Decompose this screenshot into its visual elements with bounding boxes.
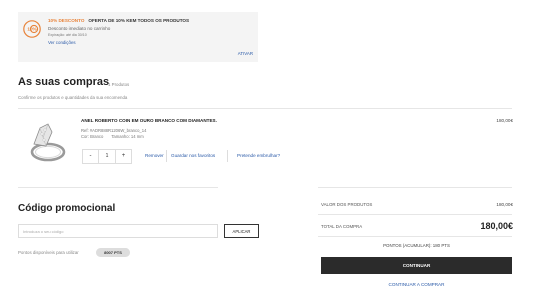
save-to-favorites-link[interactable]: Guardar nos favoritos: [171, 153, 215, 158]
discount-badge-icon: 10%: [23, 20, 41, 38]
action-separator: [227, 150, 228, 162]
summary-row-divider: [318, 214, 512, 215]
product-attributes: Cor: Branco Tamanho: 14 mm: [81, 134, 144, 139]
promo-conditions-link[interactable]: Ver condições: [48, 40, 76, 45]
promo-code-title: Código promocional: [18, 203, 116, 214]
cart-subtitle: Confirme os produtos e quantidades da su…: [18, 95, 128, 100]
cart-count: 1 Produtos: [108, 82, 130, 87]
continue-button[interactable]: CONTINUAR: [321, 257, 512, 274]
discount-badge-label: 10%: [27, 27, 36, 32]
promo-tag: 10% DESCONTO: [48, 18, 85, 23]
product-ref: Ref: #ADR888R1206W_branco_14: [81, 128, 147, 133]
promo-offer: OFERTA DE 10% KEM TODOS OS PRODUTOS: [88, 18, 190, 23]
continue-shopping-link[interactable]: CONTINUAR A COMPRAR: [321, 282, 512, 287]
action-separator: [166, 150, 167, 162]
remove-link[interactable]: Remover: [145, 153, 164, 158]
promo-code-input[interactable]: [18, 224, 218, 238]
product-color: Cor: Branco: [81, 134, 104, 139]
points-available-label: Pontos disponíveis para utilizar: [18, 250, 79, 255]
points-accumulate: PONTOS (ACUMULAR): 180 PTS: [383, 243, 450, 248]
cart-title: As suas compras: [18, 76, 110, 88]
total-label: TOTAL DA COMPRA: [321, 224, 363, 229]
promo-expiry: Expiração: até dia 30/10: [48, 33, 87, 37]
quantity-stepper: - 1 +: [82, 149, 132, 164]
quantity-value[interactable]: 1: [98, 150, 116, 163]
total-value: 180,00€: [480, 221, 513, 231]
summary-divider: [318, 187, 512, 188]
promo-activate-button[interactable]: ATIVAR: [238, 51, 253, 56]
product-name[interactable]: ANEL ROBERTO COIN EM OURO BRANCO COM DIA…: [81, 118, 217, 123]
promo-code-divider: [18, 187, 218, 188]
gift-wrap-link[interactable]: Pretende embrulhar?: [237, 153, 280, 158]
apply-code-button[interactable]: APLICAR: [224, 224, 259, 238]
promo-description: Desconto imediato no carrinho: [48, 26, 111, 31]
cart-top-divider: [18, 108, 512, 109]
promo-banner: 10% 10% DESCONTO OFERTA DE 10% KEM TODOS …: [18, 12, 258, 62]
decrease-quantity-button[interactable]: -: [83, 150, 98, 163]
product-image[interactable]: [24, 118, 68, 166]
products-value-label: VALOR DOS PRODUTOS: [321, 202, 373, 207]
points-badge: 8007 PTS: [96, 248, 130, 257]
summary-total-divider: [318, 236, 512, 237]
products-value: 180,00€: [496, 202, 513, 207]
increase-quantity-button[interactable]: +: [116, 150, 131, 163]
promo-headline: 10% DESCONTO OFERTA DE 10% KEM TODOS OS P…: [48, 18, 189, 23]
product-price: 180,00€: [496, 118, 513, 123]
product-size: Tamanho: 14 mm: [111, 134, 144, 139]
